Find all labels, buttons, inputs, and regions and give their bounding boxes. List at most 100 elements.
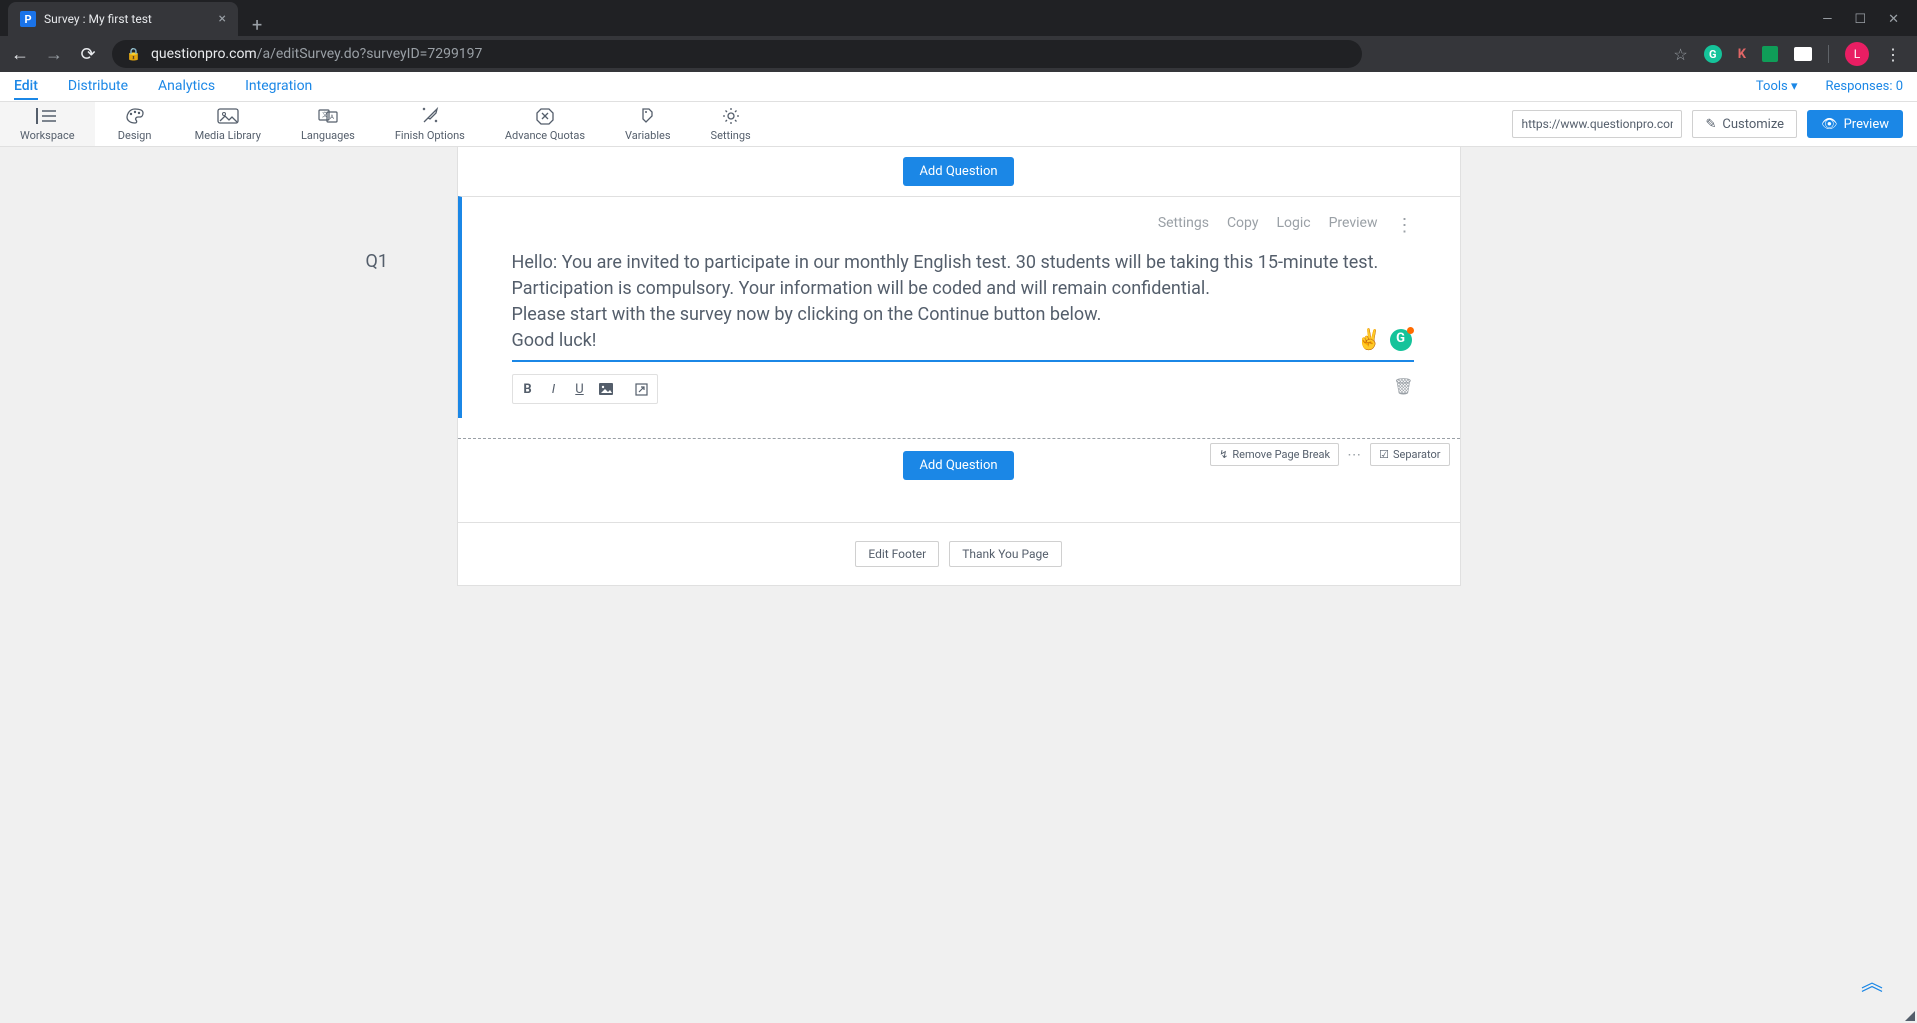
checkbox-icon: ☑ xyxy=(1379,448,1389,461)
q-text-line: Please start with the survey now by clic… xyxy=(512,302,1414,328)
svg-text:A: A xyxy=(330,114,334,121)
underline-button[interactable]: U xyxy=(567,377,593,401)
unlink-icon: ↯ xyxy=(1219,448,1228,461)
edit-footer-button[interactable]: Edit Footer xyxy=(855,541,939,567)
browser-menu-icon[interactable]: ⋮ xyxy=(1885,45,1901,64)
survey-canvas: Add Question Q1 Settings Copy Logic Prev… xyxy=(457,147,1461,586)
close-window-icon[interactable]: ✕ xyxy=(1888,12,1899,27)
tool-label: Advance Quotas xyxy=(505,129,585,142)
canvas-wrap: Add Question Q1 Settings Copy Logic Prev… xyxy=(0,147,1917,1023)
nav-distribute[interactable]: Distribute xyxy=(68,74,128,100)
bookmark-star-icon[interactable]: ☆ xyxy=(1673,45,1687,64)
italic-button[interactable]: I xyxy=(541,377,567,401)
ext-square-icon[interactable] xyxy=(1762,46,1778,62)
divider xyxy=(1828,45,1829,63)
tool-label: Design xyxy=(118,129,152,142)
resize-corner-icon[interactable] xyxy=(1905,1011,1915,1021)
quotas-icon xyxy=(535,106,555,126)
scroll-to-top-icon[interactable]: ︽ xyxy=(1861,965,1883,997)
tool-finish-options[interactable]: Finish Options xyxy=(375,102,485,146)
editor-badges: ✌️ G xyxy=(1357,325,1412,354)
question-number: Q1 xyxy=(366,251,389,272)
share-url-input[interactable] xyxy=(1512,110,1682,138)
tool-languages[interactable]: 文A Languages xyxy=(281,102,375,146)
minimize-icon[interactable]: — xyxy=(1822,12,1832,27)
tool-label: Languages xyxy=(301,129,355,142)
pencil-icon: ✎ xyxy=(1705,117,1716,132)
address-bar: ← → ⟳ 🔒 questionpro.com/a/editSurvey.do?… xyxy=(0,36,1917,72)
remove-page-break-button[interactable]: ↯Remove Page Break xyxy=(1210,443,1339,466)
lock-icon: 🔒 xyxy=(126,47,141,61)
thank-you-page-button[interactable]: Thank You Page xyxy=(949,541,1061,567)
url-box[interactable]: 🔒 questionpro.com/a/editSurvey.do?survey… xyxy=(112,40,1362,68)
page-break-actions: ↯Remove Page Break ⋯ ☑Separator xyxy=(1210,443,1449,466)
tool-media-library[interactable]: Media Library xyxy=(175,102,281,146)
tool-settings[interactable]: Settings xyxy=(691,102,771,146)
image-button[interactable] xyxy=(593,377,619,401)
q-settings[interactable]: Settings xyxy=(1158,215,1209,236)
favicon-icon: P xyxy=(20,11,36,27)
q-preview[interactable]: Preview xyxy=(1329,215,1378,236)
url-text: questionpro.com/a/editSurvey.do?surveyID… xyxy=(151,46,482,62)
grammarly-ext-icon[interactable]: G xyxy=(1704,45,1722,63)
footer-row: Edit Footer Thank You Page xyxy=(458,522,1460,585)
close-tab-icon[interactable]: × xyxy=(219,11,226,27)
grammarly-badge-icon[interactable]: G xyxy=(1390,329,1412,351)
nav-analytics[interactable]: Analytics xyxy=(158,74,215,100)
finish-icon xyxy=(420,106,440,126)
eye-icon: 👁 xyxy=(1821,117,1838,132)
add-question-button-2[interactable]: Add Question xyxy=(903,451,1013,480)
profile-avatar[interactable]: L xyxy=(1845,42,1869,66)
top-nav: Edit Distribute Analytics Integration To… xyxy=(0,72,1917,102)
ext-mail-icon[interactable] xyxy=(1794,47,1812,61)
tool-design[interactable]: Design xyxy=(95,102,175,146)
forward-icon[interactable]: → xyxy=(44,44,64,65)
separator-button[interactable]: ☑Separator xyxy=(1370,443,1449,466)
pb-dots-icon[interactable]: ⋯ xyxy=(1347,447,1362,463)
languages-icon: 文A xyxy=(318,106,338,126)
customize-button[interactable]: ✎Customize xyxy=(1692,110,1797,138)
new-tab-button[interactable]: + xyxy=(238,15,276,36)
tool-variables[interactable]: Variables xyxy=(605,102,691,146)
design-icon xyxy=(125,106,145,126)
browser-chrome: P Survey : My first test × + — ☐ ✕ ← → ⟳… xyxy=(0,0,1917,72)
q-text-line: Hello: You are invited to participate in… xyxy=(512,250,1414,302)
q-text-line: Good luck! xyxy=(512,328,1414,354)
tool-advance-quotas[interactable]: Advance Quotas xyxy=(485,102,605,146)
add-question-row-top: Add Question xyxy=(458,147,1460,196)
question-actions: Settings Copy Logic Preview ⋮ xyxy=(512,215,1414,236)
variables-icon xyxy=(638,106,658,126)
preview-button[interactable]: 👁Preview xyxy=(1807,110,1903,138)
ext-k-icon[interactable]: K xyxy=(1738,47,1746,62)
q-logic[interactable]: Logic xyxy=(1276,215,1310,236)
svg-text:文: 文 xyxy=(322,111,328,119)
nav-edit[interactable]: Edit xyxy=(14,74,38,100)
q-more-icon[interactable]: ⋮ xyxy=(1396,215,1414,236)
format-row: B I U 🗑 xyxy=(512,368,1414,404)
add-question-button[interactable]: Add Question xyxy=(903,157,1013,186)
back-icon[interactable]: ← xyxy=(10,44,30,65)
tool-workspace[interactable]: Workspace xyxy=(0,102,95,146)
delete-question-icon[interactable]: 🗑 xyxy=(1393,377,1413,396)
responses-count[interactable]: Responses: 0 xyxy=(1826,79,1904,94)
q-copy[interactable]: Copy xyxy=(1227,215,1259,236)
tool-label: Workspace xyxy=(20,129,75,142)
reload-icon[interactable]: ⟳ xyxy=(78,44,98,65)
expand-button[interactable] xyxy=(629,377,655,401)
question-text-editor[interactable]: Hello: You are invited to participate in… xyxy=(512,250,1414,362)
tab-bar: P Survey : My first test × + — ☐ ✕ xyxy=(0,0,1917,36)
tools-dropdown[interactable]: Tools ▾ xyxy=(1756,79,1798,94)
browser-tab[interactable]: P Survey : My first test × xyxy=(8,2,238,36)
page-break-row: Add Question ↯Remove Page Break ⋯ ☑Separ… xyxy=(458,438,1460,492)
emoji-badge-icon[interactable]: ✌️ xyxy=(1357,325,1382,354)
tool-label: Media Library xyxy=(195,129,261,142)
nav-integration[interactable]: Integration xyxy=(245,74,312,100)
toolbar: Workspace Design Media Library 文A Langua… xyxy=(0,102,1917,147)
top-nav-left: Edit Distribute Analytics Integration xyxy=(14,74,312,100)
tool-label: Finish Options xyxy=(395,129,465,142)
maximize-icon[interactable]: ☐ xyxy=(1854,12,1866,27)
toolbar-right: ✎Customize 👁Preview xyxy=(1512,102,1917,146)
bold-button[interactable]: B xyxy=(515,377,541,401)
app: Edit Distribute Analytics Integration To… xyxy=(0,72,1917,1023)
tool-label: Variables xyxy=(625,129,671,142)
